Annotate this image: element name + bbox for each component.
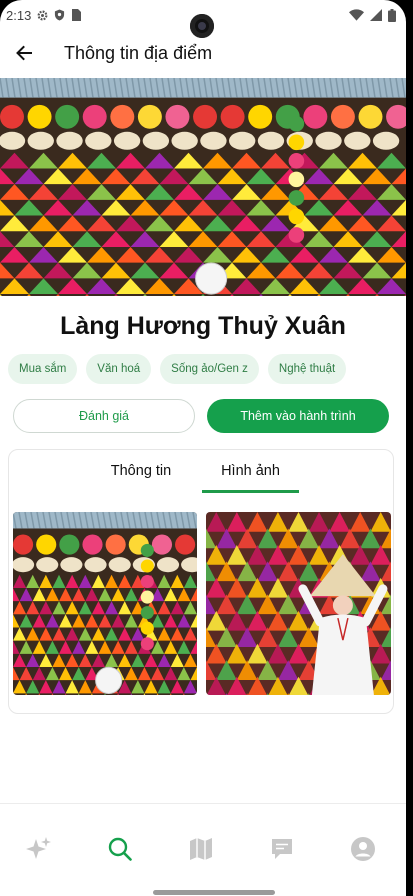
status-time: 2:13 [6, 7, 32, 23]
app-bar: Thông tin địa điểm [0, 30, 406, 76]
nav-search[interactable] [105, 834, 135, 864]
sim-card-icon [72, 9, 82, 21]
signal-icon [370, 9, 382, 21]
home-indicator[interactable] [153, 890, 275, 895]
tag-chip-shopping[interactable]: Mua sắm [8, 354, 78, 384]
tag-chip-culture[interactable]: Văn hoá [86, 354, 152, 384]
gear-icon [37, 10, 48, 20]
tag-list: Mua sắm Văn hoá Sống ảo/Gen z Nghệ thuật [8, 354, 347, 384]
profile-icon [351, 837, 375, 861]
sparkles-icon [26, 837, 51, 859]
device-bezel [406, 0, 413, 896]
tab-photos[interactable]: Hình ảnh [202, 450, 299, 492]
place-name: Làng Hương Thuỷ Xuân [60, 312, 346, 340]
add-to-trip-button[interactable]: Thêm vào hành trình [207, 399, 389, 433]
shield-icon [55, 9, 65, 21]
app-screen: 2:13 Thông tin địa điểm Làng Hương Thuỷ … [0, 0, 406, 896]
photo-thumbnail-woman-conical-hat[interactable] [206, 512, 391, 695]
battery-icon [388, 8, 396, 22]
nav-ai-suggest[interactable] [24, 834, 54, 864]
arrow-left-icon [16, 45, 32, 61]
tag-chip-gen-z[interactable]: Sống ảo/Gen z [160, 354, 259, 384]
bottom-navigation [0, 803, 406, 896]
photo-thumbnail-incense-village[interactable] [13, 512, 197, 695]
tab-bar: Thông tin Hình ảnh [9, 450, 395, 493]
active-tab-indicator [202, 490, 299, 493]
nav-profile[interactable] [348, 834, 378, 864]
review-button[interactable]: Đánh giá [13, 399, 195, 433]
wifi-icon [349, 9, 364, 21]
chat-icon [272, 839, 292, 859]
hero-image [0, 78, 406, 296]
nav-map[interactable] [186, 834, 216, 864]
nav-chat[interactable] [267, 834, 297, 864]
map-icon [190, 838, 212, 860]
details-card: Thông tin Hình ảnh [8, 449, 394, 714]
tag-chip-art[interactable]: Nghệ thuật [267, 354, 347, 384]
action-buttons: Đánh giá Thêm vào hành trình [13, 399, 389, 433]
search-icon [108, 837, 132, 861]
page-title: Thông tin địa điểm [64, 42, 213, 63]
tab-info[interactable]: Thông tin [101, 450, 181, 492]
back-button[interactable] [0, 30, 48, 76]
